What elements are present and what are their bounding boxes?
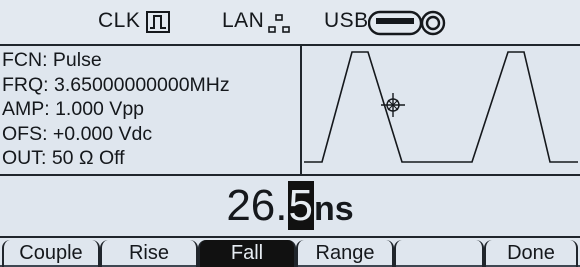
lan-label: LAN xyxy=(222,9,265,32)
fall-softkey[interactable]: Fall xyxy=(198,240,296,267)
crosshair-icon xyxy=(381,93,405,117)
cursor-digit[interactable]: 5 xyxy=(287,181,314,230)
couple-softkey[interactable]: Couple xyxy=(2,240,100,267)
value-prefix: 26. xyxy=(226,181,288,230)
usb-drive-icon xyxy=(368,10,446,36)
parameter-panel: FCN: Pulse FRQ: 3.65000000000MHz AMP: 1.… xyxy=(2,48,298,172)
function-readout: FCN: Pulse xyxy=(2,49,102,71)
softkey-bar: Couple Rise Fall Range Done xyxy=(0,236,580,267)
value-unit: ns xyxy=(313,190,354,228)
blank-softkey[interactable] xyxy=(394,240,484,267)
offset-readout: OFS: +0.000 Vdc xyxy=(2,122,153,145)
rise-softkey[interactable]: Rise xyxy=(100,240,198,267)
output-readout: OUT: 50 Ω Off xyxy=(2,147,125,169)
usb-label: USB xyxy=(324,9,369,32)
status-bar: CLK LAN USB xyxy=(0,0,580,46)
pulse-waveform xyxy=(304,51,578,163)
clock-pulse-icon xyxy=(146,11,170,33)
section-divider xyxy=(0,174,580,176)
network-icon xyxy=(268,14,290,33)
range-softkey[interactable]: Range xyxy=(296,240,394,267)
fall-time-value[interactable]: 26.5ns xyxy=(0,180,580,232)
frequency-readout: FRQ: 3.65000000000MHz xyxy=(2,73,230,96)
clk-label: CLK xyxy=(98,9,141,32)
done-softkey[interactable]: Done xyxy=(484,240,578,267)
waveform-preview xyxy=(304,51,578,163)
generator-screen: CLK LAN USB FCN: Pulse FRQ: 3.6500000000… xyxy=(0,0,580,267)
amplitude-readout: AMP: 1.000 Vpp xyxy=(2,98,145,120)
